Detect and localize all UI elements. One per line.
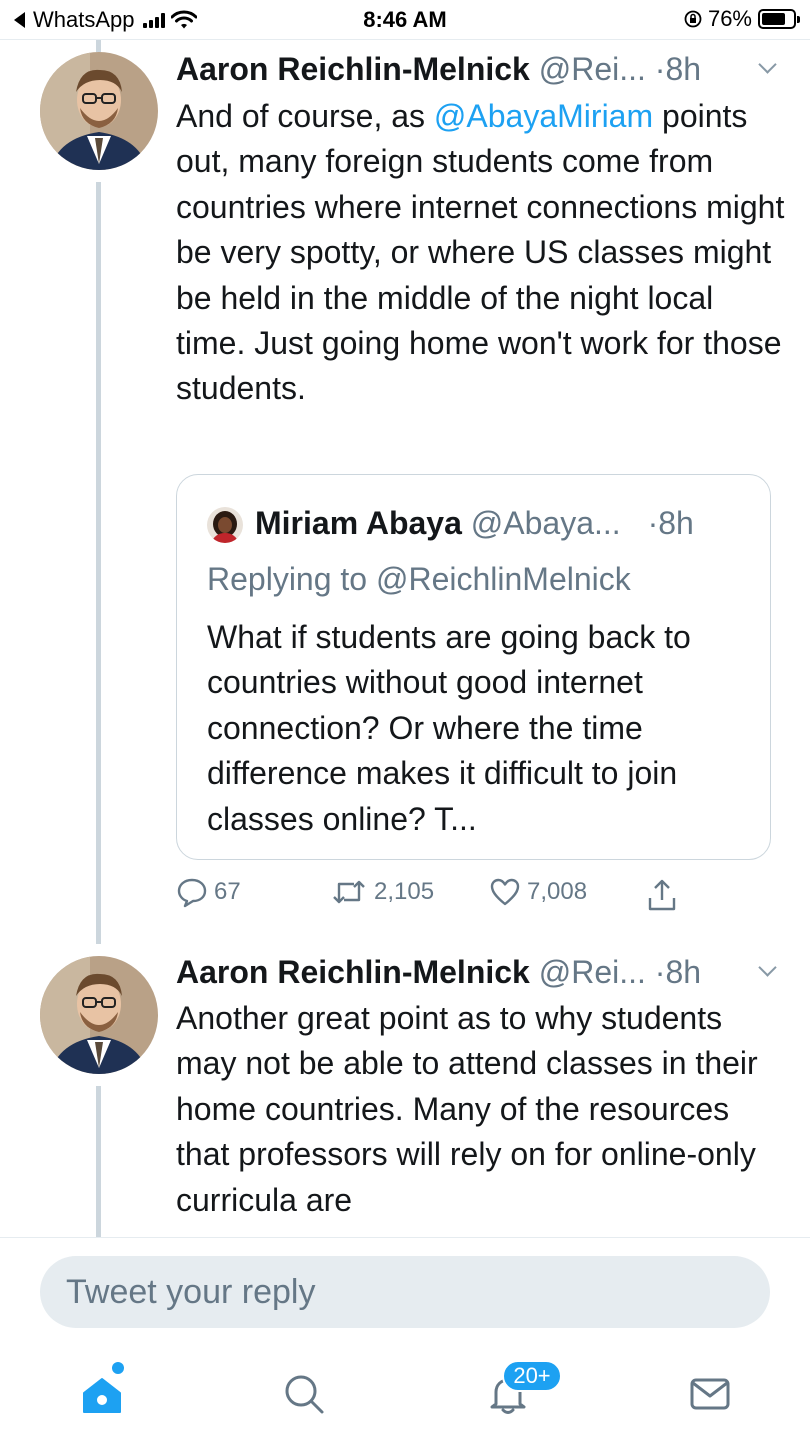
tab-messages[interactable] (680, 1364, 740, 1424)
retweet-button[interactable]: 2,105 (330, 876, 434, 908)
quote-time: ·8h (647, 505, 694, 541)
tweet-header: Aaron Reichlin-Melnick @Rei... ·8h (176, 954, 701, 991)
thread-line (96, 1086, 101, 1238)
author-name[interactable]: Aaron Reichlin-Melnick (176, 954, 530, 990)
quote-header: Miriam Abaya @Abaya... ·8h (255, 505, 694, 542)
reply-input[interactable] (66, 1256, 746, 1328)
tweet-time: ·8h (654, 51, 702, 87)
search-icon (285, 1375, 324, 1414)
mention-link[interactable]: @AbayaMiriam (434, 98, 653, 134)
tweet-time: ·8h (654, 954, 702, 990)
quote-replying-to: Replying to @ReichlinMelnick (207, 561, 631, 597)
reply-count: 67 (214, 878, 241, 905)
quote-author-name: Miriam Abaya (255, 505, 462, 541)
reply-bar[interactable] (40, 1256, 770, 1328)
tweet-text-part: And of course, as (176, 98, 434, 134)
share-icon (648, 879, 676, 911)
chevron-down-icon[interactable] (758, 958, 777, 977)
author-name[interactable]: Aaron Reichlin-Melnick (176, 51, 530, 87)
mail-icon (690, 1378, 730, 1410)
thread-line (96, 40, 101, 52)
status-right: 76% (684, 6, 800, 32)
reply-icon (177, 878, 207, 908)
avatar (207, 507, 243, 543)
retweet-icon (333, 880, 365, 904)
author-handle[interactable]: @Rei... (539, 954, 646, 990)
retweet-count: 2,105 (374, 878, 435, 905)
heart-icon (490, 878, 520, 906)
author-handle[interactable]: @Rei... (539, 51, 646, 87)
avatar[interactable] (40, 52, 158, 170)
tweet-header: Aaron Reichlin-Melnick @Rei... ·8h (176, 51, 701, 88)
home-icon (83, 1378, 121, 1413)
battery-level (762, 13, 785, 25)
thread-line (96, 182, 101, 944)
avatar-image (40, 956, 158, 1074)
tab-home[interactable] (72, 1364, 132, 1424)
chevron-down-icon[interactable] (758, 55, 777, 74)
quote-author-handle: @Abaya... (470, 505, 621, 541)
like-button[interactable]: 7,008 (489, 876, 587, 908)
tweet-actions: 67 2,105 7,008 (176, 876, 696, 916)
orientation-lock-icon (684, 10, 702, 28)
tweet-text: And of course, as @AbayaMiriam points ou… (176, 94, 786, 412)
quoted-tweet[interactable]: Miriam Abaya @Abaya... ·8h Replying to @… (176, 474, 771, 860)
avatar[interactable] (40, 956, 158, 1074)
avatar-image (207, 507, 243, 543)
avatar-image (40, 52, 158, 170)
status-bar: WhatsApp 8:46 AM 76% (0, 0, 810, 40)
reply-button[interactable]: 67 (176, 876, 241, 908)
battery-percent: 76% (707, 6, 752, 31)
tweet-text: Another great point as to why students m… (176, 1000, 758, 1218)
share-button[interactable] (646, 878, 678, 912)
battery-icon (758, 9, 800, 29)
tweet-text-part: points out, many foreign students come f… (176, 98, 785, 407)
quote-text: What if students are going back to count… (207, 619, 691, 837)
like-count: 7,008 (527, 878, 588, 905)
tab-search[interactable] (274, 1364, 334, 1424)
new-content-dot (112, 1362, 124, 1374)
notifications-badge: 20+ (502, 1360, 562, 1392)
